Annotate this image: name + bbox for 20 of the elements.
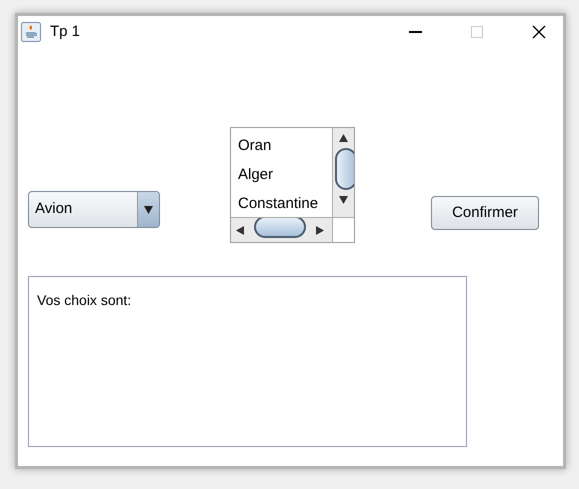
scroll-up-icon bbox=[339, 134, 348, 142]
close-icon bbox=[532, 25, 546, 39]
dropdown[interactable]: Avion bbox=[28, 191, 160, 228]
minimize-icon bbox=[408, 31, 422, 33]
scroll-down-icon bbox=[339, 196, 348, 204]
window-title: Tp 1 bbox=[50, 22, 80, 42]
maximize-icon bbox=[471, 26, 483, 38]
horizontal-scrollbar[interactable] bbox=[231, 217, 332, 242]
vertical-scrollbar[interactable] bbox=[332, 128, 354, 217]
text-area[interactable]: Vos choix sont: bbox=[28, 276, 467, 447]
scrollbar-corner bbox=[332, 217, 354, 242]
list-item[interactable]: Alger bbox=[238, 163, 332, 186]
list-item[interactable]: Oran bbox=[238, 134, 332, 157]
scroll-thumb[interactable] bbox=[254, 218, 306, 238]
scroll-right-icon bbox=[316, 226, 324, 234]
confirm-button[interactable]: Confirmer bbox=[431, 196, 539, 230]
scroll-left-icon bbox=[236, 226, 244, 234]
list-item[interactable]: Constantine bbox=[238, 192, 332, 215]
scroll-thumb[interactable] bbox=[334, 148, 354, 190]
java-cup-icon bbox=[21, 22, 41, 42]
